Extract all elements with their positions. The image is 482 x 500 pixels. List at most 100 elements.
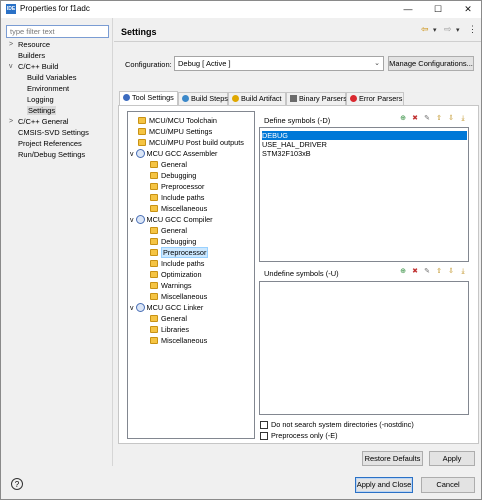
configuration-select[interactable]: Debug [ Active ] ⌄ — [174, 56, 384, 71]
tree-item-ld-miscellaneous[interactable]: Miscellaneous — [150, 335, 207, 346]
list-item[interactable]: STM32F103xB — [262, 149, 311, 158]
view-menu-icon[interactable]: ⋮ — [468, 24, 477, 35]
move-down-icon[interactable]: ⤓ — [459, 115, 467, 123]
nav-item-build-variables[interactable]: Build Variables — [27, 72, 109, 83]
undefine-symbols-title: Undefine symbols (-U) — [264, 269, 339, 278]
add-icon[interactable]: ⊕ — [399, 268, 407, 276]
tree-item-asm-include-paths[interactable]: Include paths — [150, 192, 204, 203]
delete-icon[interactable]: ✖ — [411, 268, 419, 276]
move-up-icon[interactable]: ⇧ — [435, 115, 443, 123]
undefine-symbols-list[interactable] — [259, 281, 469, 415]
tree-item-gcc-compiler[interactable]: v MCU GCC Compiler — [130, 214, 213, 225]
panel-divider[interactable] — [112, 18, 113, 466]
cancel-button[interactable]: Cancel — [421, 477, 475, 493]
tree-item-gcc-assembler[interactable]: v MCU GCC Assembler — [130, 148, 217, 159]
chevron-down-icon[interactable]: v — [9, 61, 17, 72]
back-dropdown-icon[interactable]: ▾ — [433, 26, 437, 34]
forward-arrow-icon[interactable]: ⇨ — [444, 24, 452, 35]
tab-tool-settings[interactable]: Tool Settings — [119, 91, 178, 106]
tab-build-artifact[interactable]: Build Artifact — [228, 92, 286, 105]
minimize-button[interactable]: — — [393, 1, 423, 18]
header-separator — [114, 41, 481, 42]
nostdinc-label: Do not search system directories (-nostd… — [271, 420, 414, 429]
define-symbols-toolbar: ⊕ ✖ ✎ ⇧ ⇩ ⤓ — [399, 115, 469, 125]
move-down-icon[interactable]: ⇩ — [447, 115, 455, 123]
tree-item-label: Debugging — [161, 237, 197, 246]
nostdinc-checkbox[interactable] — [260, 421, 268, 429]
help-icon[interactable]: ? — [11, 478, 23, 490]
tree-item-asm-preprocessor[interactable]: Preprocessor — [150, 181, 204, 192]
tree-item-cc-debugging[interactable]: Debugging — [150, 236, 196, 247]
window-title: Properties for f1adc — [20, 4, 90, 13]
gear-icon — [135, 303, 145, 312]
edit-icon[interactable]: ✎ — [423, 268, 431, 276]
chevron-right-icon[interactable]: > — [9, 116, 17, 127]
move-down-icon[interactable]: ⤓ — [459, 268, 467, 276]
chevron-down-icon[interactable]: v — [130, 217, 134, 224]
folder-icon — [150, 326, 158, 333]
tree-item-cc-miscellaneous[interactable]: Miscellaneous — [150, 291, 207, 302]
nav-item-label: Resource — [18, 40, 51, 49]
list-item[interactable]: DEBUG — [262, 131, 467, 140]
nav-item-builders[interactable]: Builders — [9, 50, 109, 61]
chevron-down-icon[interactable]: v — [130, 151, 134, 158]
preprocess-only-checkbox[interactable] — [260, 432, 268, 440]
nav-item-cc-build[interactable]: v C/C++ Build — [9, 61, 109, 72]
add-icon[interactable]: ⊕ — [399, 115, 407, 123]
tree-item-cc-preprocessor[interactable]: Preprocessor — [150, 247, 209, 258]
tree-item-cc-include-paths[interactable]: Include paths — [150, 258, 204, 269]
apply-and-close-button[interactable]: Apply and Close — [355, 477, 413, 493]
tree-item-mcu-settings[interactable]: MCU/MPU Settings — [138, 126, 212, 137]
edit-icon[interactable]: ✎ — [423, 115, 431, 123]
tree-item-asm-debugging[interactable]: Debugging — [150, 170, 196, 181]
tree-item-post-build-outputs[interactable]: MCU/MPU Post build outputs — [138, 137, 244, 148]
back-arrow-icon[interactable]: ⇦ — [421, 24, 429, 35]
restore-defaults-button[interactable]: Restore Defaults — [362, 451, 423, 466]
tree-item-label: Preprocessor — [161, 247, 209, 258]
nav-item-logging[interactable]: Logging — [27, 94, 109, 105]
tree-item-label: MCU GCC Compiler — [146, 215, 213, 224]
tree-item-cc-warnings[interactable]: Warnings — [150, 280, 192, 291]
tree-item-gcc-linker[interactable]: v MCU GCC Linker — [130, 302, 203, 313]
nav-item-resource[interactable]: > Resource — [9, 39, 109, 50]
tree-item-asm-general[interactable]: General — [150, 159, 187, 170]
manage-configurations-button[interactable]: Manage Configurations... — [388, 56, 474, 71]
tree-item-label: Include paths — [161, 259, 205, 268]
nav-item-cmsis-svd-settings[interactable]: CMSIS-SVD Settings — [9, 127, 109, 138]
list-item[interactable]: USE_HAL_DRIVER — [262, 140, 327, 149]
tree-item-cc-general[interactable]: General — [150, 225, 187, 236]
nav-item-label: C/C++ General — [18, 117, 69, 126]
apply-button[interactable]: Apply — [429, 451, 475, 466]
app-icon: IDE — [6, 4, 16, 14]
undefine-symbols-toolbar: ⊕ ✖ ✎ ⇧ ⇩ ⤓ — [399, 268, 469, 278]
move-up-icon[interactable]: ⇧ — [435, 268, 443, 276]
chevron-down-icon[interactable]: v — [130, 305, 134, 312]
filter-input[interactable]: type filter text — [6, 25, 109, 38]
nav-item-environment[interactable]: Environment — [27, 83, 109, 94]
move-down-icon[interactable]: ⇩ — [447, 268, 455, 276]
close-button[interactable]: ✕ — [453, 1, 482, 18]
tree-item-ld-libraries[interactable]: Libraries — [150, 324, 189, 335]
nav-item-run-debug-settings[interactable]: Run/Debug Settings — [9, 149, 109, 160]
tree-item-mcu-toolchain[interactable]: MCU/MCU Toolchain — [138, 115, 217, 126]
define-symbols-list[interactable]: DEBUG USE_HAL_DRIVER STM32F103xB — [259, 127, 469, 262]
tab-build-steps[interactable]: Build Steps — [178, 92, 228, 105]
folder-icon — [150, 183, 158, 190]
tree-item-ld-general[interactable]: General — [150, 313, 187, 324]
folder-icon — [150, 315, 158, 322]
tab-label: Build Steps — [191, 94, 228, 103]
forward-dropdown-icon[interactable]: ▾ — [456, 26, 460, 34]
page-title: Settings — [121, 27, 157, 37]
tree-item-asm-miscellaneous[interactable]: Miscellaneous — [150, 203, 207, 214]
tree-item-label: Include paths — [161, 193, 205, 202]
tree-item-cc-optimization[interactable]: Optimization — [150, 269, 202, 280]
tab-binary-parsers[interactable]: Binary Parsers — [286, 92, 347, 105]
tab-error-parsers[interactable]: Error Parsers — [346, 92, 404, 105]
nav-item-project-references[interactable]: Project References — [9, 138, 109, 149]
tree-item-label: Debugging — [161, 171, 197, 180]
nav-item-settings[interactable]: Settings — [27, 105, 57, 116]
nav-item-cc-general[interactable]: > C/C++ General — [9, 116, 109, 127]
delete-icon[interactable]: ✖ — [411, 115, 419, 123]
maximize-button[interactable]: ☐ — [423, 1, 453, 18]
chevron-right-icon[interactable]: > — [9, 39, 17, 50]
